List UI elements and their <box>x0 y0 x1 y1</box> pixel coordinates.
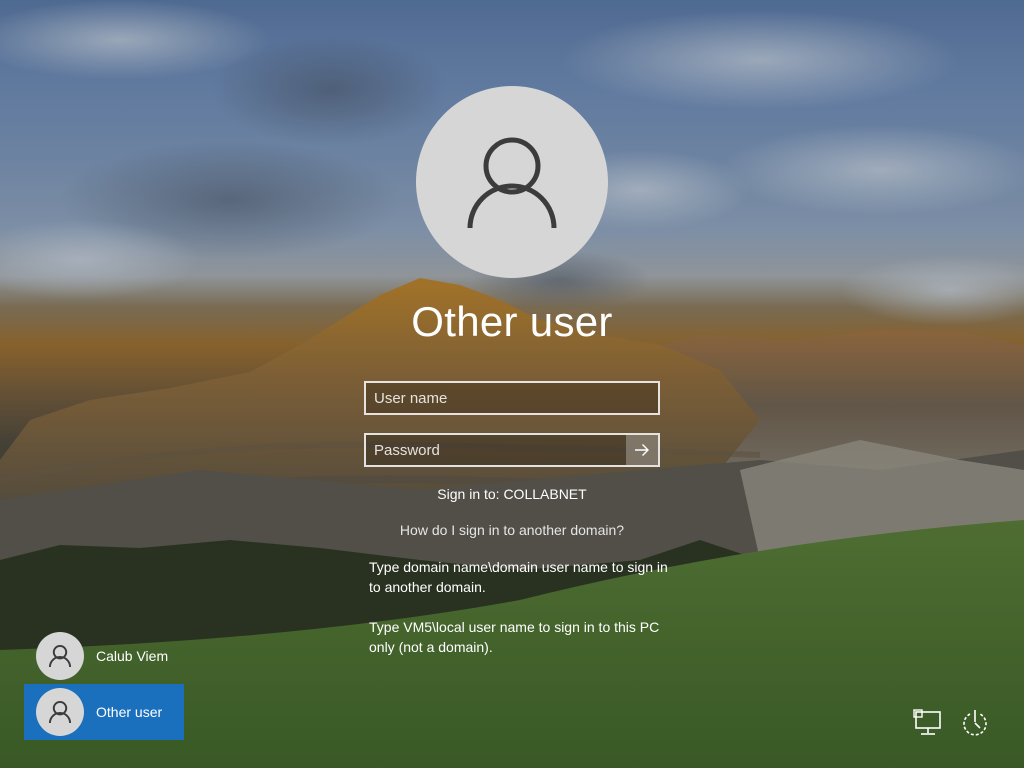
user-avatar-small <box>36 632 84 680</box>
password-field[interactable] <box>364 433 660 467</box>
network-icon[interactable] <box>911 706 945 740</box>
submit-button[interactable] <box>626 435 658 465</box>
user-tile-label: Calub Viem <box>96 648 169 664</box>
help-text-domain: Type domain name\domain user name to sig… <box>369 559 668 595</box>
network-icon-glyph <box>913 709 941 735</box>
user-icon <box>48 700 72 724</box>
username-field[interactable] <box>364 381 660 415</box>
user-avatar <box>416 86 608 278</box>
username-input[interactable] <box>366 383 658 413</box>
lock-screen: Other user Sign in to: COLLABNET How do … <box>0 0 1024 768</box>
arrow-right-icon <box>635 444 649 456</box>
help-text-local: Type VM5\local user name to sign in to t… <box>369 619 660 655</box>
user-avatar-small <box>36 688 84 736</box>
sign-in-domain-text: Sign in to: COLLABNET <box>437 486 587 502</box>
user-icon <box>467 137 557 229</box>
user-tile-calub-viem[interactable]: Calub Viem <box>24 628 184 684</box>
password-input[interactable] <box>366 435 628 465</box>
user-icon <box>48 644 72 668</box>
user-tile-label: Other user <box>96 704 163 720</box>
power-icon-glyph <box>963 710 987 736</box>
other-domain-help-link[interactable]: How do I sign in to another domain? <box>312 522 712 538</box>
user-tile-other-user[interactable]: Other user <box>24 684 184 740</box>
power-icon[interactable] <box>958 706 992 740</box>
user-title: Other user <box>411 298 613 345</box>
